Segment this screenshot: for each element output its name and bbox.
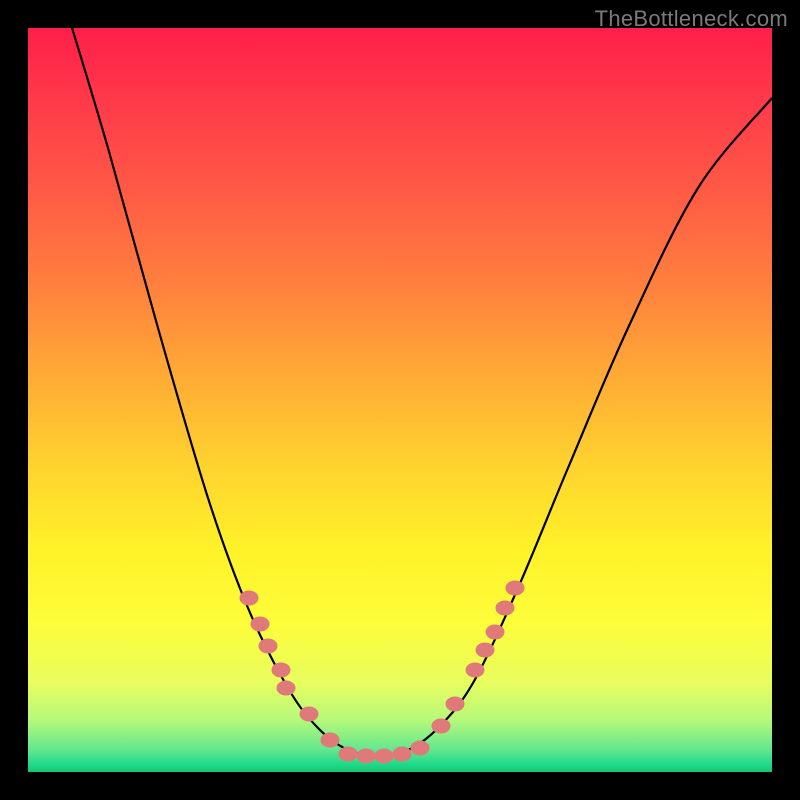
data-point bbox=[466, 663, 484, 677]
plot-area bbox=[28, 28, 772, 772]
data-point bbox=[486, 625, 504, 639]
data-point bbox=[432, 719, 450, 733]
bottleneck-curve bbox=[66, 28, 772, 756]
data-point bbox=[496, 601, 514, 615]
watermark-text: TheBottleneck.com bbox=[595, 6, 788, 32]
data-point bbox=[339, 747, 357, 761]
data-point bbox=[411, 741, 429, 755]
data-point bbox=[300, 707, 318, 721]
chart-svg bbox=[28, 28, 772, 772]
data-point bbox=[251, 617, 269, 631]
data-point bbox=[277, 681, 295, 695]
data-point bbox=[476, 643, 494, 657]
data-point bbox=[446, 697, 464, 711]
scatter-dots bbox=[240, 581, 524, 763]
data-point bbox=[393, 747, 411, 761]
data-point bbox=[357, 749, 375, 763]
data-point bbox=[506, 581, 524, 595]
data-point bbox=[240, 591, 258, 605]
data-point bbox=[375, 749, 393, 763]
data-point bbox=[272, 663, 290, 677]
data-point bbox=[259, 639, 277, 653]
data-point bbox=[321, 733, 339, 747]
